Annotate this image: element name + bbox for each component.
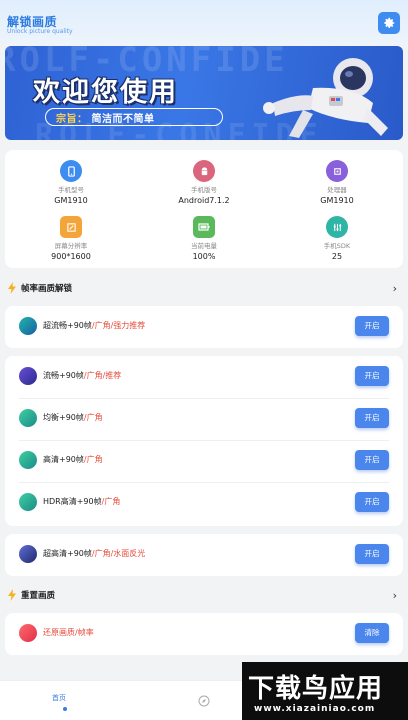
option-row: 超高清+90帧/广角/水面反光 开启 xyxy=(5,534,403,576)
option-dot-icon xyxy=(19,409,37,427)
reset-card: 还原画质/帧率 清除 xyxy=(5,613,403,655)
device-info-version: 手机版号 Android7.1.2 xyxy=(154,160,254,207)
info-label: 处理器 xyxy=(327,186,347,194)
resolution-icon xyxy=(60,216,82,238)
device-info-battery: 当前电量 100% xyxy=(154,216,254,263)
option-label: 还原画质/帧率 xyxy=(43,628,94,637)
option-row: 超流畅+90帧/广角/强力推荐 开启 xyxy=(5,306,403,348)
section-unlock-title: 帧率画质解锁 xyxy=(21,284,73,294)
watermark-main-text: 下载鸟应用 xyxy=(248,674,384,704)
cpu-icon xyxy=(326,160,348,182)
top-bar: 解锁画质 Unlock picture quality xyxy=(0,0,408,44)
option-label: 超流畅+90帧/广角/强力推荐 xyxy=(43,321,146,330)
enable-button[interactable]: 开启 xyxy=(355,544,389,564)
section-unlock-header[interactable]: 帧率画质解锁 › xyxy=(5,278,403,298)
enable-button[interactable]: 开启 xyxy=(355,366,389,386)
option-dot-icon xyxy=(19,493,37,511)
option-label: 流畅+90帧/广角/推荐 xyxy=(43,371,122,380)
option-row: HDR高清+90帧/广角 开启 xyxy=(5,482,403,524)
section-reset-title: 重置画质 xyxy=(21,591,56,601)
info-label: 手机SDK xyxy=(323,242,351,250)
info-value: GM1910 xyxy=(320,196,354,205)
welcome-banner[interactable]: ROLF-CONFIDE ROLF-CONFIDE 欢迎您使用 宗旨： 简洁而不… xyxy=(5,46,403,140)
battery-icon xyxy=(193,216,215,238)
option-row: 均衡+90帧/广角 开启 xyxy=(5,398,403,440)
info-value: Android7.1.2 xyxy=(178,196,230,205)
banner-headline: 欢迎您使用 xyxy=(33,77,178,108)
astronaut-illustration xyxy=(263,58,388,138)
reset-dot-icon xyxy=(19,624,37,642)
info-label: 手机版号 xyxy=(191,186,217,194)
option-card-group: 流畅+90帧/广角/推荐 开启 均衡+90帧/广角 开启 高清+90帧/广角 开… xyxy=(5,356,403,526)
banner-slogan-key: 宗旨： xyxy=(56,113,88,125)
device-info-cpu: 处理器 GM1910 xyxy=(287,160,387,207)
option-label: 高清+90帧/广角 xyxy=(43,455,103,464)
banner-slogan-pill: 宗旨： 简洁而不简单 xyxy=(45,108,223,126)
chevron-right-icon: › xyxy=(392,588,397,602)
settings-button[interactable] xyxy=(378,12,400,34)
gear-icon xyxy=(384,17,395,29)
nav-home-tab[interactable]: 首页 xyxy=(52,693,66,703)
option-row: 高清+90帧/广角 开启 xyxy=(5,440,403,482)
option-label: 均衡+90帧/广角 xyxy=(43,413,103,422)
option-dot-icon xyxy=(19,317,37,335)
section-reset-header[interactable]: 重置画质 › xyxy=(5,585,403,605)
chevron-right-icon: › xyxy=(392,281,397,295)
info-value: GM1910 xyxy=(54,196,88,205)
info-value: 100% xyxy=(192,252,216,261)
option-row: 流畅+90帧/广角/推荐 开启 xyxy=(5,356,403,398)
android-icon xyxy=(193,160,215,182)
option-label: 超高清+90帧/广角/水面反光 xyxy=(43,549,146,558)
option-label: HDR高清+90帧/广角 xyxy=(43,497,121,506)
enable-button[interactable]: 开启 xyxy=(355,492,389,512)
site-watermark: 下载鸟应用 www.xiazainiao.com xyxy=(242,662,408,720)
enable-button[interactable]: 开启 xyxy=(355,408,389,428)
info-value: 25 xyxy=(331,252,343,261)
clear-button[interactable]: 清除 xyxy=(355,623,389,643)
nav-active-indicator xyxy=(63,707,67,711)
device-info-model: 手机型号 GM1910 xyxy=(21,160,121,207)
info-value: 900*1600 xyxy=(51,252,91,261)
app-subtitle: Unlock picture quality xyxy=(7,28,73,35)
option-card-ultra-hd: 超高清+90帧/广角/水面反光 开启 xyxy=(5,534,403,576)
device-info-card: 手机型号 GM1910 手机版号 Android7.1.2 处理器 GM1910… xyxy=(5,150,403,268)
device-info-resolution: 屏幕分辨率 900*1600 xyxy=(21,216,121,263)
option-dot-icon xyxy=(19,451,37,469)
info-label: 屏幕分辨率 xyxy=(54,242,88,250)
banner-slogan-text: 简洁而不简单 xyxy=(91,113,155,125)
enable-button[interactable]: 开启 xyxy=(355,316,389,336)
device-info-sdk: 手机SDK 25 xyxy=(287,216,387,263)
lightning-icon xyxy=(8,589,16,601)
compass-icon[interactable] xyxy=(198,695,210,707)
option-dot-icon xyxy=(19,367,37,385)
info-label: 手机型号 xyxy=(58,186,84,194)
info-label: 当前电量 xyxy=(191,242,217,250)
option-row: 还原画质/帧率 清除 xyxy=(5,613,403,655)
sdk-icon xyxy=(326,216,348,238)
option-card-super-smooth: 超流畅+90帧/广角/强力推荐 开启 xyxy=(5,306,403,348)
enable-button[interactable]: 开启 xyxy=(355,450,389,470)
watermark-url: www.xiazainiao.com xyxy=(254,704,376,714)
phone-icon xyxy=(60,160,82,182)
lightning-icon xyxy=(8,282,16,294)
option-dot-icon xyxy=(19,545,37,563)
